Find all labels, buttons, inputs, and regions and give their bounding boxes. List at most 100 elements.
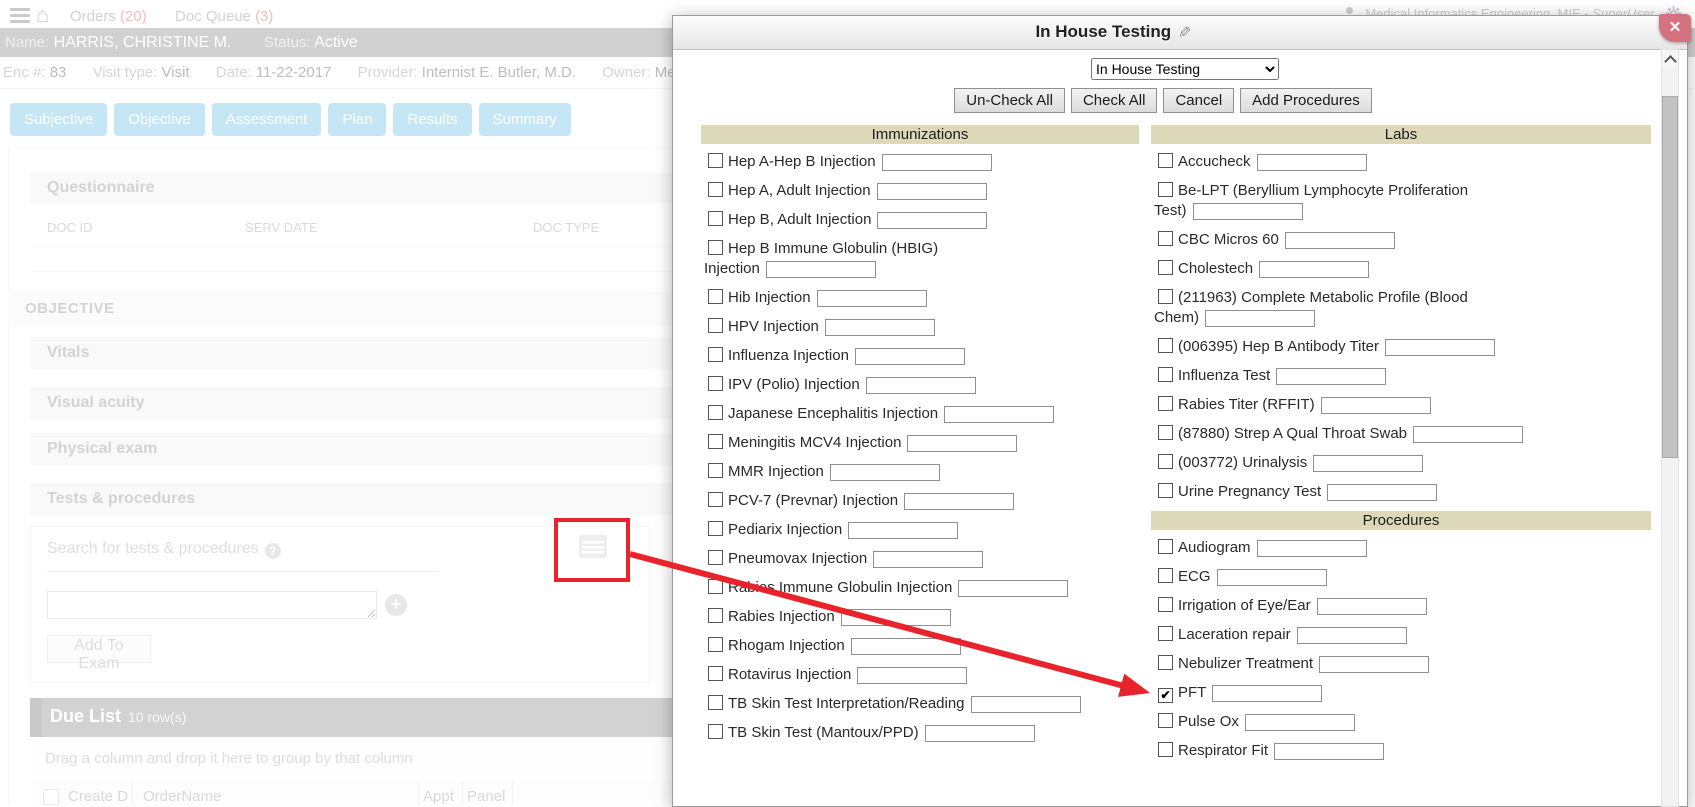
- checkbox[interactable]: [708, 550, 723, 565]
- checkbox[interactable]: [1158, 153, 1173, 168]
- checkbox[interactable]: [708, 724, 723, 739]
- item-value-input[interactable]: [971, 696, 1081, 713]
- item-value-input[interactable]: [1212, 685, 1322, 702]
- item-label: ECG: [1178, 568, 1211, 585]
- checkbox[interactable]: [1158, 425, 1173, 440]
- item-label: Be-LPT (Beryllium Lymphocyte Proliferati…: [1178, 182, 1468, 199]
- item-value-input[interactable]: [873, 551, 983, 568]
- add-procedures-button[interactable]: Add Procedures: [1240, 88, 1372, 113]
- checkbox-checked[interactable]: ✔: [1158, 688, 1173, 703]
- item-label: (006395) Hep B Antibody Titer: [1178, 338, 1379, 355]
- scroll-up-button[interactable]: [1662, 50, 1678, 67]
- item-value-input[interactable]: [882, 154, 992, 171]
- item-value-input[interactable]: [1257, 154, 1367, 171]
- item-value-input[interactable]: [855, 348, 965, 365]
- item-value-input[interactable]: [825, 319, 935, 336]
- checkbox[interactable]: [1158, 182, 1173, 197]
- item-value-input[interactable]: [848, 522, 958, 539]
- checkbox[interactable]: [708, 240, 723, 255]
- checkbox[interactable]: [708, 521, 723, 536]
- item-value-input[interactable]: [1297, 627, 1407, 644]
- item-value-input[interactable]: [1321, 397, 1431, 414]
- item-value-input[interactable]: [1205, 310, 1315, 327]
- item-value-input[interactable]: [1257, 540, 1367, 557]
- checkbox[interactable]: [708, 695, 723, 710]
- item-value-input[interactable]: [1193, 203, 1303, 220]
- checkbox[interactable]: [1158, 655, 1173, 670]
- item-value-input[interactable]: [1259, 261, 1369, 278]
- item-value-input[interactable]: [1217, 569, 1327, 586]
- item-value-input[interactable]: [830, 464, 940, 481]
- checkbox[interactable]: [1158, 713, 1173, 728]
- checkbox[interactable]: [708, 289, 723, 304]
- checkbox[interactable]: [708, 579, 723, 594]
- item-value-input[interactable]: [766, 261, 876, 278]
- item-label: Pneumovax Injection: [728, 550, 867, 567]
- item-value-input[interactable]: [1245, 714, 1355, 731]
- pencil-icon[interactable]: ✎: [1174, 25, 1194, 38]
- checkbox[interactable]: [1158, 260, 1173, 275]
- checkbox[interactable]: [708, 666, 723, 681]
- checkbox[interactable]: [1158, 597, 1173, 612]
- checkbox[interactable]: [708, 347, 723, 362]
- item-value-input[interactable]: [904, 493, 1014, 510]
- item-value-input[interactable]: [1274, 743, 1384, 760]
- item-value-input[interactable]: [1285, 232, 1395, 249]
- checkbox[interactable]: [708, 182, 723, 197]
- item-value-input[interactable]: [841, 609, 951, 626]
- checkbox[interactable]: [1158, 626, 1173, 641]
- modal-scrollbar[interactable]: [1661, 49, 1679, 807]
- checkbox[interactable]: [1158, 742, 1173, 757]
- immunization-item: Rabies Injection: [704, 607, 1139, 627]
- immunization-item: Rhogam Injection: [704, 636, 1139, 656]
- item-value-input[interactable]: [907, 435, 1017, 452]
- item-value-input[interactable]: [958, 580, 1068, 597]
- checkbox[interactable]: [708, 492, 723, 507]
- item-value-input[interactable]: [944, 406, 1054, 423]
- checkbox[interactable]: [708, 376, 723, 391]
- category-select[interactable]: In House Testing: [1091, 58, 1279, 80]
- checkbox[interactable]: [1158, 539, 1173, 554]
- checkbox[interactable]: [1158, 289, 1173, 304]
- uncheck-all-button[interactable]: Un-Check All: [954, 88, 1065, 113]
- item-value-input[interactable]: [1313, 455, 1423, 472]
- lab-item: (003772) Urinalysis: [1154, 453, 1651, 473]
- checkbox[interactable]: [708, 405, 723, 420]
- checkbox[interactable]: [1158, 367, 1173, 382]
- close-icon[interactable]: ✕: [1659, 14, 1691, 42]
- scrollbar-thumb[interactable]: [1662, 96, 1678, 458]
- checkbox[interactable]: [1158, 338, 1173, 353]
- checkbox[interactable]: [708, 153, 723, 168]
- lab-item: CBC Micros 60: [1154, 230, 1651, 250]
- item-value-input[interactable]: [877, 183, 987, 200]
- item-value-input[interactable]: [1276, 368, 1386, 385]
- cancel-button[interactable]: Cancel: [1163, 88, 1234, 113]
- item-value-input[interactable]: [1413, 426, 1523, 443]
- item-value-input[interactable]: [857, 667, 967, 684]
- checkbox[interactable]: [708, 211, 723, 226]
- item-value-input[interactable]: [1319, 656, 1429, 673]
- item-value-input[interactable]: [851, 638, 961, 655]
- item-label: TB Skin Test Interpretation/Reading: [728, 695, 965, 712]
- checkbox[interactable]: [708, 434, 723, 449]
- checkbox[interactable]: [708, 608, 723, 623]
- item-value-input[interactable]: [866, 377, 976, 394]
- checkbox[interactable]: [1158, 568, 1173, 583]
- item-value-input[interactable]: [877, 212, 987, 229]
- checkbox[interactable]: [1158, 483, 1173, 498]
- checkbox[interactable]: [1158, 396, 1173, 411]
- checkbox[interactable]: [1158, 454, 1173, 469]
- item-label: Nebulizer Treatment: [1178, 655, 1313, 672]
- item-value-input[interactable]: [1317, 598, 1427, 615]
- item-value-input[interactable]: [1327, 484, 1437, 501]
- item-value-input[interactable]: [817, 290, 927, 307]
- item-value-input[interactable]: [925, 725, 1035, 742]
- item-value-input[interactable]: [1385, 339, 1495, 356]
- item-label: PCV-7 (Prevnar) Injection: [728, 492, 898, 509]
- checkbox[interactable]: [1158, 231, 1173, 246]
- checkbox[interactable]: [708, 463, 723, 478]
- immunization-item: TB Skin Test Interpretation/Reading: [704, 694, 1139, 714]
- checkbox[interactable]: [708, 637, 723, 652]
- checkbox[interactable]: [708, 318, 723, 333]
- check-all-button[interactable]: Check All: [1071, 88, 1158, 113]
